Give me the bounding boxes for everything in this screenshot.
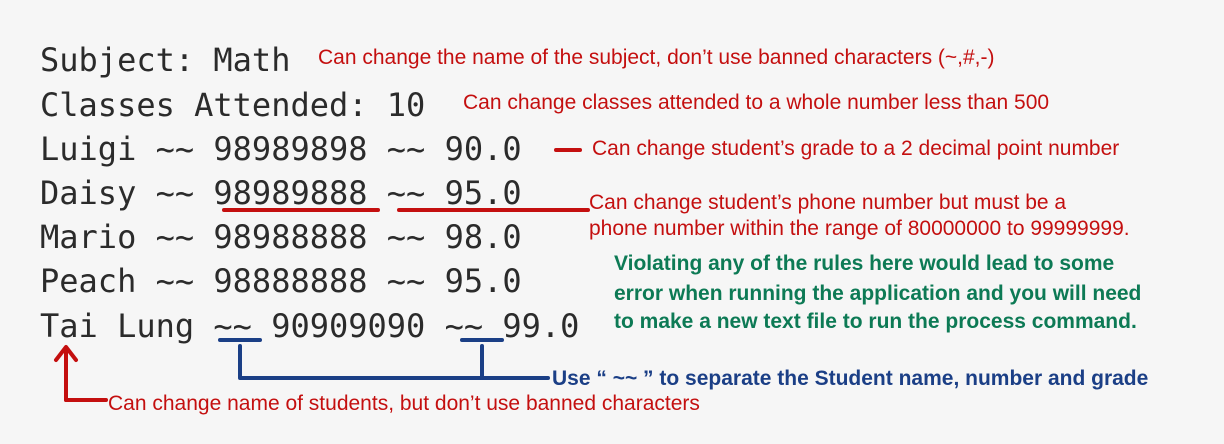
student-line-tai-lung: Tai Lung ~~ 90909090 ~~ 99.0 (40, 307, 580, 345)
student-line-luigi: Luigi ~~ 98989898 ~~ 90.0 (40, 130, 522, 168)
annotated-text-file: Subject: Math Classes Attended: 10 Luigi… (0, 0, 1224, 444)
name-arrow-head (54, 345, 78, 362)
grade-note: Can change student’s grade to a 2 decima… (592, 137, 1120, 160)
warning-line-2: error when running the application and y… (614, 282, 1142, 305)
separator-note: Use “ ~~ ” to separate the Student name,… (552, 367, 1149, 390)
phone-note-line-2: phone number within the range of 8000000… (589, 217, 1130, 240)
separator-bracket (238, 344, 550, 380)
subject-line: Subject: Math (40, 41, 291, 79)
subject-note: Can change the name of the subject, don’… (318, 46, 995, 69)
phone-note-line-1: Can change student’s phone number but mu… (589, 191, 1067, 214)
name-note: Can change name of students, but don’t u… (108, 392, 700, 415)
student-line-peach: Peach ~~ 98888888 ~~ 95.0 (40, 262, 522, 300)
classes-note: Can change classes attended to a whole n… (463, 91, 1050, 114)
student-line-daisy: Daisy ~~ 98989888 ~~ 95.0 (40, 174, 522, 212)
classes-attended-line: Classes Attended: 10 (40, 86, 426, 124)
student-line-mario: Mario ~~ 98988888 ~~ 98.0 (40, 218, 522, 256)
warning-line-1: Violating any of the rules here would le… (614, 252, 1115, 275)
warning-line-3: to make a new text file to run the proce… (614, 310, 1137, 333)
